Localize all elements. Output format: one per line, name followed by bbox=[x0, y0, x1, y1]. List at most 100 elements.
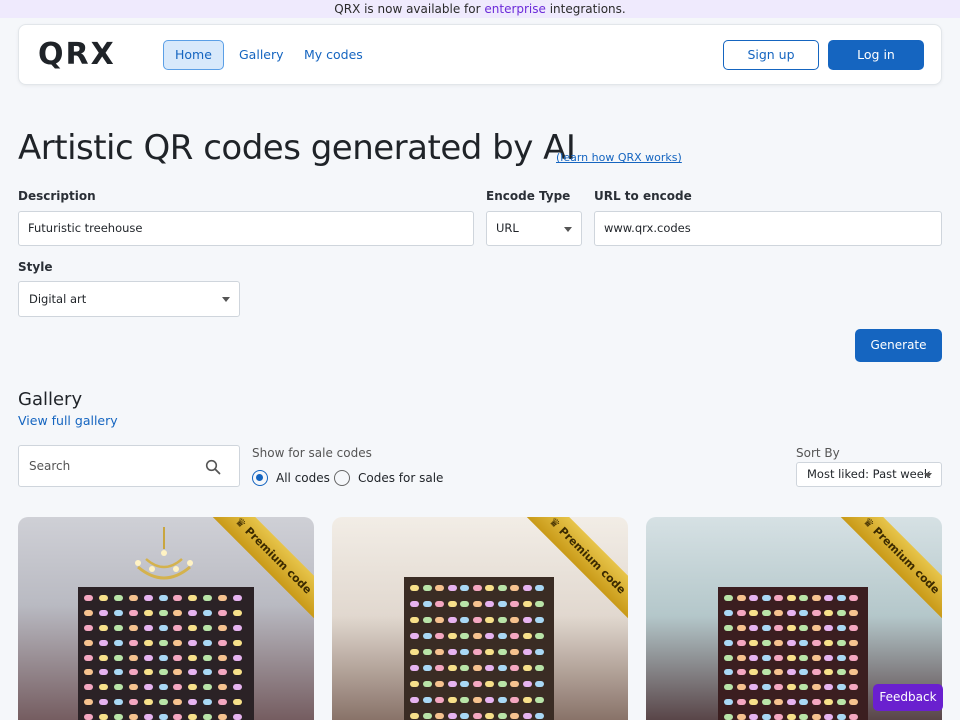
announcement-banner: QRX is now available for enterprise inte… bbox=[0, 0, 960, 18]
macaron-dot bbox=[824, 624, 834, 631]
macaron-dot bbox=[203, 669, 213, 676]
macaron-dot bbox=[98, 684, 108, 691]
macaron-dot bbox=[435, 681, 445, 687]
qrx-logo[interactable]: QRX bbox=[38, 37, 116, 72]
macaron-dot bbox=[774, 595, 784, 601]
macaron-dot bbox=[510, 617, 520, 623]
search-icon[interactable] bbox=[205, 459, 221, 475]
macaron-dot bbox=[113, 639, 123, 646]
macaron-dot bbox=[422, 633, 432, 639]
feedback-button[interactable]: Feedback bbox=[873, 684, 943, 711]
macaron-dot bbox=[128, 669, 138, 676]
macaron-dot bbox=[786, 639, 796, 646]
macaron-dot bbox=[497, 697, 507, 703]
macaron-dot bbox=[447, 585, 457, 591]
macaron-dot bbox=[485, 633, 495, 639]
macaron-dot bbox=[535, 713, 545, 719]
learn-how-link[interactable]: (learn how QRX works) bbox=[556, 151, 682, 164]
gallery-card[interactable]: ♛Premium code bbox=[332, 517, 628, 720]
macaron-dot bbox=[128, 624, 138, 631]
url-input[interactable]: www.qrx.codes bbox=[594, 211, 942, 246]
macaron-dot bbox=[522, 681, 532, 687]
macaron-dot bbox=[173, 669, 183, 676]
macaron-dot bbox=[736, 714, 746, 720]
macaron-dot bbox=[510, 585, 520, 591]
macaron-dot bbox=[233, 624, 243, 631]
macaron-dot bbox=[188, 684, 198, 691]
macaron-dot bbox=[485, 585, 495, 591]
encode-type-select[interactable]: URL bbox=[486, 211, 582, 246]
macaron-dot bbox=[522, 633, 532, 639]
macaron-dot bbox=[410, 633, 419, 639]
view-full-gallery-link[interactable]: View full gallery bbox=[18, 413, 118, 428]
style-select[interactable]: Digital art bbox=[18, 281, 240, 317]
nav-my-codes[interactable]: My codes bbox=[292, 40, 375, 70]
sort-by-value: Most liked: Past week bbox=[807, 467, 931, 481]
macaron-dot bbox=[98, 595, 108, 601]
macaron-dot bbox=[724, 624, 733, 631]
macaron-dot bbox=[724, 684, 733, 691]
macaron-dot bbox=[774, 714, 784, 720]
log-in-button[interactable]: Log in bbox=[828, 40, 924, 70]
macaron-dot bbox=[836, 624, 846, 631]
macaron-dot bbox=[736, 699, 746, 706]
macaron-dot bbox=[460, 633, 470, 639]
banner-enterprise-link[interactable]: enterprise bbox=[484, 2, 546, 16]
macaron-dot bbox=[218, 595, 228, 601]
macaron-dot bbox=[761, 595, 771, 601]
macaron-dot bbox=[143, 654, 153, 661]
macaron-dot bbox=[233, 654, 243, 661]
macaron-dot bbox=[98, 669, 108, 676]
macaron-dot bbox=[724, 595, 733, 601]
macaron-dot bbox=[510, 681, 520, 687]
macaron-dot bbox=[824, 714, 834, 720]
macaron-dot bbox=[203, 624, 213, 631]
macaron-dot bbox=[535, 617, 545, 623]
macaron-dot bbox=[749, 609, 759, 616]
macaron-dot bbox=[447, 697, 457, 703]
macaron-dot bbox=[188, 654, 198, 661]
macaron-dot bbox=[736, 669, 746, 676]
description-input[interactable]: Futuristic treehouse bbox=[18, 211, 474, 246]
nav-home[interactable]: Home bbox=[163, 40, 224, 70]
macaron-dot bbox=[233, 609, 243, 616]
sign-up-button[interactable]: Sign up bbox=[723, 40, 819, 70]
gallery-card[interactable]: ♛Premium code bbox=[18, 517, 314, 720]
macaron-dot bbox=[485, 617, 495, 623]
macaron-dot bbox=[460, 681, 470, 687]
macaron-dot bbox=[749, 624, 759, 631]
nav-gallery[interactable]: Gallery bbox=[227, 40, 296, 70]
macaron-dot bbox=[422, 601, 432, 607]
generate-button[interactable]: Generate bbox=[855, 329, 942, 362]
macaron-dot bbox=[774, 654, 784, 661]
macaron-dot bbox=[836, 684, 846, 691]
radio-unchecked-icon[interactable] bbox=[334, 470, 350, 486]
macaron-dot bbox=[143, 714, 153, 720]
macaron-dot bbox=[143, 699, 153, 706]
macaron-dot bbox=[203, 699, 213, 706]
radio-checked-icon[interactable] bbox=[252, 470, 268, 486]
radio-codes-for-sale[interactable]: Codes for sale bbox=[334, 469, 443, 487]
macaron-dot bbox=[188, 669, 198, 676]
macaron-dot bbox=[422, 585, 432, 591]
macaron-dot bbox=[435, 585, 445, 591]
macaron-dot bbox=[510, 713, 520, 719]
sort-by-select[interactable]: Most liked: Past week bbox=[796, 462, 942, 487]
macaron-dot bbox=[435, 617, 445, 623]
macaron-dot bbox=[98, 714, 108, 720]
macaron-dot bbox=[774, 684, 784, 691]
macaron-dot bbox=[761, 684, 771, 691]
macaron-dot bbox=[535, 633, 545, 639]
macaron-dot bbox=[460, 649, 470, 655]
radio-all-codes[interactable]: All codes bbox=[252, 469, 330, 487]
macaron-dot bbox=[510, 697, 520, 703]
macaron-dot bbox=[203, 609, 213, 616]
macaron-dot bbox=[497, 649, 507, 655]
macaron-dot bbox=[447, 601, 457, 607]
macaron-dot bbox=[233, 639, 243, 646]
macaron-dot bbox=[522, 585, 532, 591]
gallery-search-input[interactable]: Search bbox=[18, 445, 240, 487]
macaron-dot bbox=[460, 601, 470, 607]
macaron-dot bbox=[522, 649, 532, 655]
macaron-dot bbox=[749, 654, 759, 661]
